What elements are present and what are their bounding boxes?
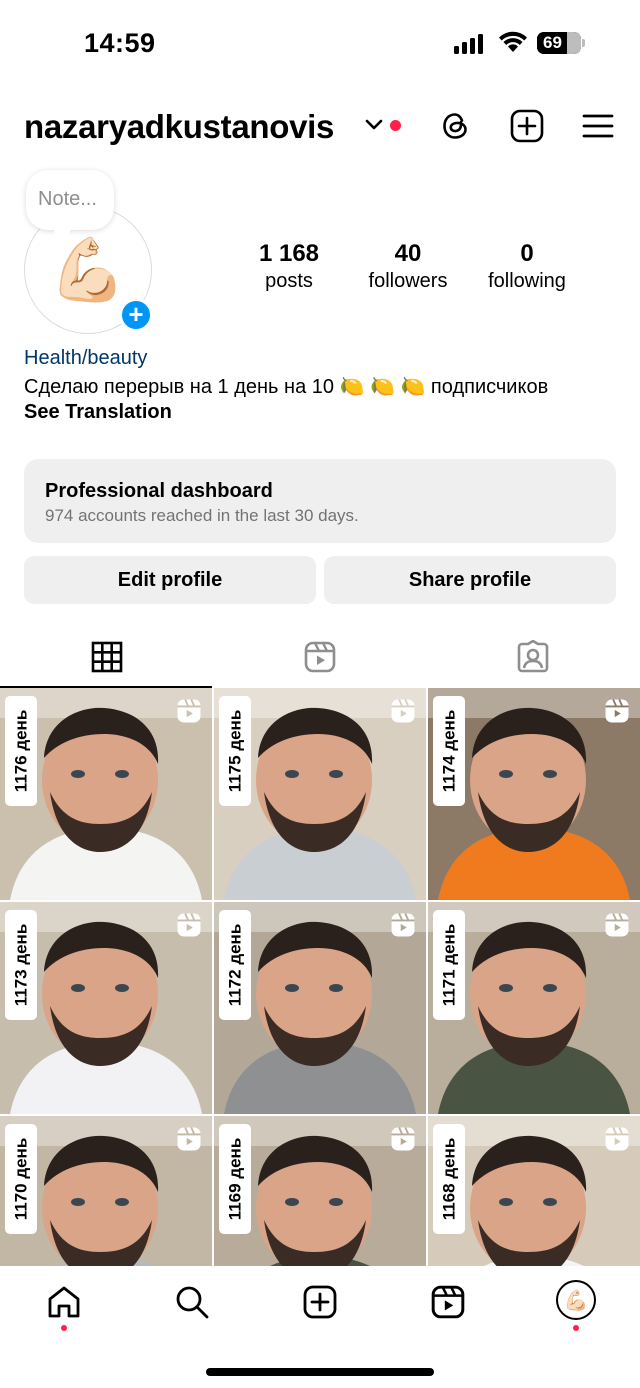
day-counter-label: 1168 день	[433, 1124, 465, 1234]
edit-profile-button[interactable]: Edit profile	[24, 556, 316, 604]
search-icon	[176, 1286, 209, 1319]
profile-tabs	[0, 626, 640, 688]
notification-dot	[390, 120, 401, 131]
posts-grid: 1176 день 1175 день 1174 день 1173 день 1172…	[0, 688, 640, 1266]
day-counter-label: 1173 день	[5, 910, 37, 1020]
day-counter-text: 1175 день	[225, 709, 245, 793]
following-count: 0	[520, 240, 534, 267]
status-bar: 14:59 69	[0, 0, 640, 88]
day-counter-label: 1174 день	[433, 696, 465, 806]
plus-square-icon	[510, 109, 544, 143]
profile-header: nazaryadkustanovis	[0, 100, 640, 156]
flexed-biceps-emoji: 💪🏻	[49, 235, 127, 305]
reel-indicator-icon	[391, 1127, 415, 1151]
reels-icon	[304, 641, 335, 673]
nav-home[interactable]	[44, 1282, 84, 1322]
threads-icon	[443, 113, 467, 139]
reel-indicator-icon	[605, 913, 629, 937]
post-thumbnail[interactable]: 1173 день	[0, 902, 212, 1114]
posts-count: 1 168	[258, 240, 320, 267]
reel-indicator-icon	[177, 699, 201, 723]
post-thumbnail[interactable]: 1168 день	[428, 1116, 640, 1266]
dashboard-subtitle: 974 accounts reached in the last 30 days…	[45, 506, 359, 525]
post-thumbnail[interactable]: 1176 день	[0, 688, 212, 900]
reel-indicator-icon	[177, 1127, 201, 1151]
day-counter-text: 1174 день	[439, 709, 459, 793]
wifi-icon	[499, 31, 527, 52]
reel-indicator-icon	[177, 913, 201, 937]
followers-label: followers	[368, 270, 448, 292]
post-thumbnail[interactable]: 1169 день	[214, 1116, 426, 1266]
menu-button[interactable]	[578, 106, 618, 146]
tab-posts-grid[interactable]	[0, 626, 213, 688]
stat-followers[interactable]: 40 followers	[358, 240, 458, 293]
nav-reels[interactable]	[428, 1282, 468, 1322]
day-counter-text: 1171 день	[439, 923, 459, 1007]
day-counter-label: 1175 день	[219, 696, 251, 806]
home-activity-dot	[61, 1325, 67, 1331]
day-counter-label: 1169 день	[219, 1124, 251, 1234]
reel-indicator-icon	[391, 699, 415, 723]
profile-category[interactable]: Health/beauty	[24, 347, 147, 370]
cellular-signal-icon	[454, 34, 483, 54]
following-label: following	[488, 270, 566, 292]
tab-reels[interactable]	[213, 626, 426, 688]
threads-button[interactable]	[435, 106, 475, 146]
day-counter-text: 1176 день	[11, 709, 31, 793]
day-counter-label: 1170 день	[5, 1124, 37, 1234]
post-thumbnail[interactable]: 1170 день	[0, 1116, 212, 1266]
nav-create[interactable]	[300, 1282, 340, 1322]
posts-label: posts	[265, 270, 313, 292]
home-indicator	[206, 1368, 434, 1376]
profile-bio: Сделаю перерыв на 1 день на 10 🍋 🍋 🍋 под…	[24, 376, 549, 398]
hamburger-menu-icon	[582, 114, 614, 138]
professional-dashboard[interactable]: Professional dashboard 974 accounts reac…	[24, 459, 616, 543]
chevron-down-icon[interactable]	[364, 118, 384, 132]
grid-icon	[91, 641, 122, 673]
stat-posts[interactable]: 1 168 posts	[240, 240, 338, 293]
battery-icon: 69	[537, 32, 581, 54]
day-counter-text: 1168 день	[439, 1137, 459, 1221]
note-bubble[interactable]: Note...	[26, 170, 114, 238]
nav-profile-avatar[interactable]: 💪🏻	[556, 1280, 596, 1320]
plus-square-icon	[303, 1285, 337, 1319]
share-profile-button[interactable]: Share profile	[324, 556, 616, 604]
status-time: 14:59	[84, 28, 156, 58]
stat-following[interactable]: 0 following	[478, 240, 576, 293]
day-counter-text: 1169 день	[225, 1137, 245, 1221]
followers-count: 40	[394, 240, 422, 267]
reels-icon	[431, 1285, 465, 1319]
day-counter-text: 1170 день	[11, 1137, 31, 1221]
create-button[interactable]	[507, 106, 547, 146]
account-switcher[interactable]: nazaryadkustanovis	[24, 108, 334, 146]
day-counter-label: 1171 день	[433, 910, 465, 1020]
battery-tip	[582, 39, 585, 47]
day-counter-label: 1176 день	[5, 696, 37, 806]
day-counter-text: 1172 день	[225, 923, 245, 1007]
post-thumbnail[interactable]: 1172 день	[214, 902, 426, 1114]
tagged-person-icon	[517, 640, 548, 673]
tab-tagged[interactable]	[426, 626, 639, 688]
reel-indicator-icon	[605, 1127, 629, 1151]
day-counter-text: 1173 день	[11, 923, 31, 1007]
note-placeholder: Note...	[38, 188, 97, 210]
add-story-plus-icon[interactable]: +	[119, 298, 153, 332]
reel-indicator-icon	[605, 699, 629, 723]
see-translation-link[interactable]: See Translation	[24, 401, 172, 424]
dashboard-title: Professional dashboard	[45, 480, 273, 502]
post-thumbnail[interactable]: 1171 день	[428, 902, 640, 1114]
day-counter-label: 1172 день	[219, 910, 251, 1020]
home-icon	[48, 1286, 80, 1318]
flexed-biceps-emoji: 💪🏻	[563, 1289, 589, 1312]
nav-search[interactable]	[172, 1282, 212, 1322]
reel-indicator-icon	[391, 913, 415, 937]
profile-activity-dot	[573, 1325, 579, 1331]
bottom-navigation: 💪🏻	[0, 1266, 640, 1388]
post-thumbnail[interactable]: 1175 день	[214, 688, 426, 900]
battery-level: 69	[543, 33, 562, 52]
post-thumbnail[interactable]: 1174 день	[428, 688, 640, 900]
